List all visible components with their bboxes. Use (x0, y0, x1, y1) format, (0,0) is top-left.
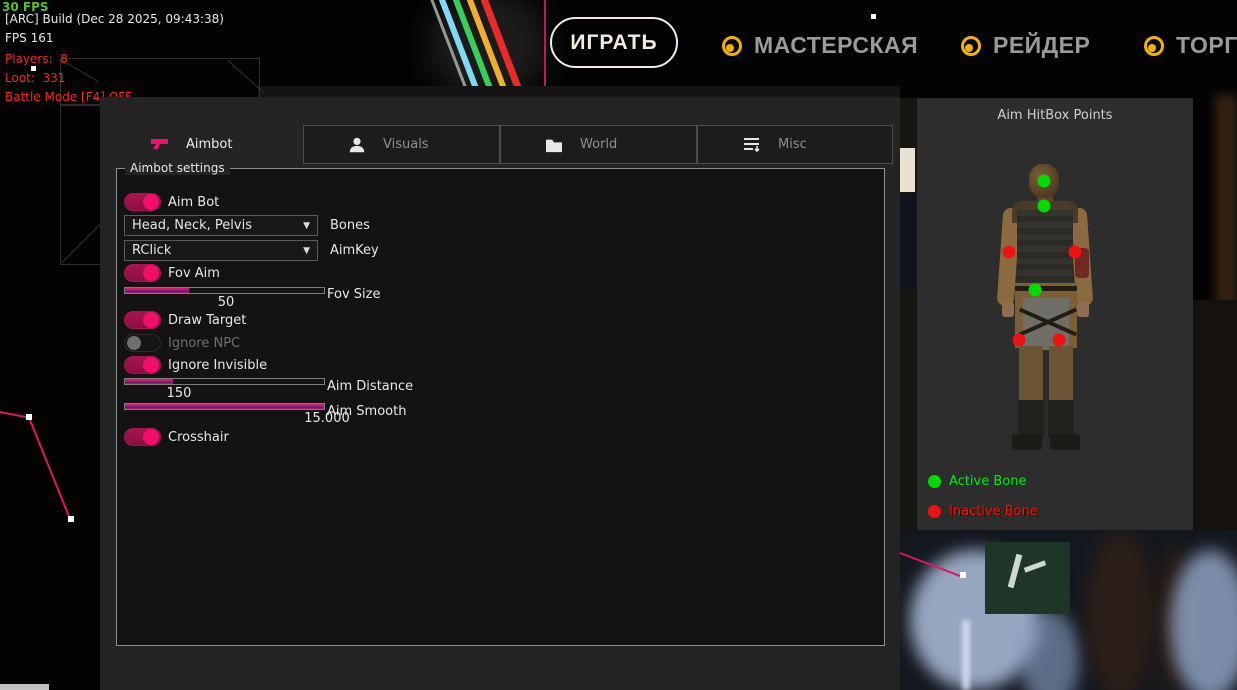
hitbox-point-left-knee (1013, 334, 1026, 347)
inactive-bone-dot-icon (928, 505, 941, 518)
ignore-invisible-label: Ignore Invisible (168, 358, 267, 373)
hitbox-point-right-knee (1053, 334, 1066, 347)
esp-marker-dot (68, 516, 74, 522)
tab-world[interactable]: World (500, 125, 697, 164)
tab-label: Visuals (383, 137, 429, 152)
tab-misc[interactable]: Misc (697, 125, 893, 164)
legend-label: Active Bone (949, 474, 1026, 489)
esp-marker-dot (960, 572, 966, 578)
draw-target-toggle[interactable] (124, 311, 161, 329)
nav-item-label: МАСТЕРСКАЯ (754, 32, 918, 59)
aim-bot-label: Aim Bot (168, 195, 219, 210)
slider-fill (125, 288, 189, 293)
toggle-knob (143, 265, 159, 281)
fov-size-label: Fov Size (327, 287, 380, 302)
tab-label: Misc (778, 137, 807, 152)
crosshair-toggle[interactable] (124, 428, 161, 446)
active-bone-dot-icon (928, 475, 941, 488)
fov-aim-label: Fov Aim (168, 266, 220, 281)
esp-marker-dot (26, 414, 32, 420)
ignore-invisible-toggle[interactable] (124, 356, 161, 374)
ignore-npc-toggle[interactable] (124, 334, 161, 352)
chevron-down-icon: ▼ (303, 221, 310, 231)
bones-label: Bones (330, 218, 370, 233)
playlist-icon (742, 136, 761, 153)
aim-bot-toggle[interactable] (124, 193, 161, 211)
tab-label: World (580, 137, 617, 152)
crosshair-label: Crosshair (168, 430, 229, 445)
build-info: [ARC] Build (Dec 28 2025, 09:43:38) (5, 12, 224, 26)
nav-item-trade[interactable]: ТОРГО (1144, 32, 1237, 59)
ignore-npc-label: Ignore NPC (168, 336, 240, 351)
loot-count: Loot: 331 (5, 71, 65, 85)
legend-label: Inactive Bone (949, 504, 1038, 519)
nav-item-label: ТОРГО (1176, 32, 1237, 59)
hitbox-panel: Aim HitBox Points Active Bone Inactive B… (917, 98, 1193, 530)
aimkey-dropdown[interactable]: RClick ▼ (124, 240, 318, 261)
aimkey-label: AimKey (330, 243, 379, 258)
group-title: Aimbot settings (125, 161, 230, 175)
bones-dropdown[interactable]: Head, Neck, Pelvis ▼ (124, 215, 318, 236)
hitbox-panel-title: Aim HitBox Points (917, 108, 1193, 123)
fov-aim-toggle[interactable] (124, 264, 161, 282)
person-icon (348, 136, 366, 154)
nav-item-workshop[interactable]: МАСТЕРСКАЯ (722, 32, 918, 59)
tab-aimbot[interactable]: Aimbot (106, 125, 303, 164)
hitbox-point-right-arm (1069, 246, 1082, 259)
pistol-icon (150, 136, 169, 153)
toggle-knob (143, 312, 159, 328)
cheat-menu-panel: Aimbot Visuals World Misc A (100, 97, 900, 690)
scene-strip-dark (900, 194, 917, 290)
coin-icon (722, 36, 742, 56)
legend-active-bone: Active Bone (928, 474, 1026, 489)
chevron-down-icon: ▼ (303, 246, 310, 256)
slider-fill (125, 404, 324, 409)
aim-smooth-label: Aim Smooth (327, 404, 406, 419)
folder-icon (545, 137, 563, 153)
scene-strip-highlight (900, 148, 915, 192)
scene-bottom-bar (0, 684, 49, 690)
toggle-knob (143, 194, 159, 210)
hitbox-point-left-arm (1003, 246, 1016, 259)
play-button[interactable]: ИГРАТЬ (550, 17, 678, 68)
hitbox-point-neck (1038, 200, 1051, 213)
players-count: Players: 8 (5, 52, 68, 66)
scene-bottom-right (900, 530, 1237, 690)
aim-distance-slider[interactable] (124, 378, 325, 385)
fov-size-value: 50 (218, 295, 235, 310)
scene-rust-rock (1215, 95, 1237, 315)
esp-tracer-line (29, 420, 71, 521)
toggle-knob (127, 336, 141, 350)
legend-inactive-bone: Inactive Bone (928, 504, 1038, 519)
esp-marker-dot (871, 14, 876, 19)
game-screen: 30 FPS [ARC] Build (Dec 28 2025, 09:43:3… (0, 0, 1237, 690)
bones-value: Head, Neck, Pelvis (132, 218, 252, 233)
coin-icon (961, 36, 981, 56)
fps-info: FPS 161 (5, 31, 53, 45)
draw-target-label: Draw Target (168, 313, 246, 328)
tracer-vertical-line (544, 0, 546, 98)
scene-dark-structure (1193, 300, 1237, 530)
toggle-knob (143, 357, 159, 373)
hitbox-point-pelvis (1029, 284, 1042, 297)
nav-item-raider[interactable]: РЕЙДЕР (961, 32, 1090, 59)
aim-distance-value: 150 (167, 386, 192, 401)
slider-fill (125, 379, 173, 384)
tab-visuals[interactable]: Visuals (303, 125, 500, 164)
toggle-knob (143, 429, 159, 445)
aim-distance-label: Aim Distance (327, 379, 413, 394)
nav-item-label: РЕЙДЕР (993, 32, 1090, 59)
tab-label: Aimbot (186, 137, 232, 152)
aimkey-value: RClick (132, 243, 171, 258)
coin-icon (1144, 36, 1164, 56)
aim-smooth-slider[interactable] (124, 403, 325, 410)
hitbox-point-head (1038, 175, 1051, 188)
fov-size-slider[interactable] (124, 287, 325, 294)
